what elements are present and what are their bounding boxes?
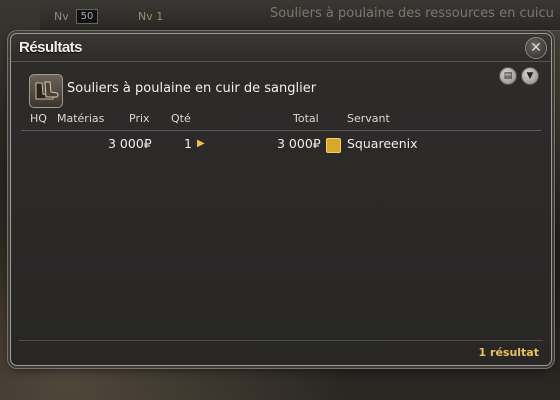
crossed-swords-icon: ✕ (530, 40, 542, 56)
window-title: Résultats (19, 39, 83, 56)
history-button[interactable]: ▤ (499, 67, 517, 85)
close-button[interactable]: ✕ (525, 37, 547, 59)
header-hq[interactable]: HQ (30, 112, 47, 125)
row-price: 3 000₽ (108, 136, 152, 151)
result-count: 1 résultat (478, 346, 539, 359)
header-qty[interactable]: Qté (171, 112, 191, 125)
boots-icon (35, 81, 59, 100)
filter-icon: ▼ (526, 71, 534, 81)
arrow-right-icon: ▶ (197, 138, 205, 149)
header-retainer[interactable]: Servant (347, 112, 390, 125)
background-window-title: Souliers à poulaine des ressources en cu… (270, 6, 554, 21)
header-divider (21, 130, 541, 131)
level-label: Nv (54, 10, 69, 23)
item-icon[interactable] (29, 74, 63, 108)
row-qty: 1 (184, 136, 192, 151)
row-retainer: Squareenix (347, 136, 418, 151)
footer-divider (19, 340, 543, 341)
row-total: 3 000₽ (277, 136, 321, 151)
document-icon: ▤ (503, 71, 513, 81)
item-name: Souliers à poulaine en cuir de sanglier (67, 81, 317, 96)
background-window: Nv 50 Nv 1 Souliers à poulaine des resso… (40, 0, 560, 31)
retainer-icon (326, 138, 341, 153)
results-window: Résultats ✕ Souliers à poulaine en cuir … (10, 33, 552, 366)
filter-button[interactable]: ▼ (521, 67, 539, 85)
header-price[interactable]: Prix (129, 112, 150, 125)
header-total[interactable]: Total (293, 112, 319, 125)
level-field[interactable]: 50 (76, 9, 98, 24)
level-max-label: Nv 1 (138, 10, 164, 23)
title-bar[interactable]: Résultats ✕ (11, 34, 551, 62)
header-materia[interactable]: Matérias (57, 112, 104, 125)
